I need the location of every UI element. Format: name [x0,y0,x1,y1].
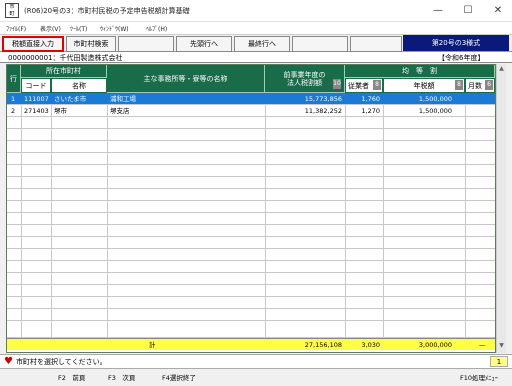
f4-finish-selection-button[interactable]: F4選択終了 [162,372,196,382]
header-code: コード [21,78,51,93]
header-row-no: 行 [7,65,21,93]
annual-tax-badge: 8 [455,80,463,90]
close-button[interactable]: ✕ [486,2,510,20]
table-row[interactable] [7,201,495,213]
total-prev-tax: 27,156,108 [304,341,342,349]
employees-value: 1,760 [361,95,380,103]
table-row[interactable] [7,297,495,309]
city-name: 堺市 [54,107,67,115]
app-icon: 市町 [5,3,19,18]
menu-window[interactable]: ｳｨﾝﾄﾞｳ(W) [100,24,129,33]
months-value [466,105,494,117]
total-label: 計 [149,341,156,349]
office-name: 浦和工場 [110,95,136,103]
annual-tax-value: 1,500,000 [418,95,452,103]
header-prev-tax-line2: 法人税割額 [287,78,322,87]
last-row-button[interactable]: 最終行へ [234,36,290,52]
menu-tools[interactable]: ﾂｰﾙ(T) [70,24,87,33]
total-employees: 3,030 [361,341,380,349]
header-office: 主な事務所等・寮等の名称 [107,65,265,93]
annual-tax-value: 1,500,000 [418,107,452,115]
table-row[interactable] [7,237,495,249]
fiscal-year: 【令和6年度】 [438,54,485,62]
menu-view[interactable]: 表示(V) [40,24,61,33]
table-row[interactable] [7,213,495,225]
company-bar: 0000000001：千代田製造株式会社 【令和6年度】 [0,52,512,63]
table-row[interactable] [7,153,495,165]
empty-toolbar-button-1[interactable] [118,36,174,52]
header-annual-tax: 年税額 [383,78,465,93]
employees-badge: 8 [373,80,381,90]
data-grid: 行 所在市町村 コード 名称 主な事務所等・寮等の名称 前事業年度の 法人税割額… [6,64,496,353]
first-row-button[interactable]: 先頭行へ [176,36,232,52]
table-row[interactable] [7,261,495,273]
menu-help[interactable]: ﾍﾙﾌﾟ(H) [146,24,167,33]
header-equal-levy: 均 等 割 [345,65,495,78]
office-name: 堺支店 [110,107,130,115]
table-row[interactable] [7,273,495,285]
heart-icon: ♥ [4,356,13,367]
f10-process-menu-button[interactable]: F10処理ﾒﾆｭｰ [460,372,498,382]
months-value [466,93,494,105]
f2-prev-page-button[interactable]: F2 前頁 [58,372,85,382]
row-number: 1 [11,95,16,103]
status-bar: ♥ 市町村を選択してください。 1 [0,354,512,368]
table-row[interactable]: 2 271403 堺市 堺支店 11,382,252 1,270 1,500,0… [7,105,495,117]
total-row: 計 27,156,108 3,030 3,000,000 — [7,338,495,350]
row-number: 2 [11,107,16,115]
status-message: 市町村を選択してください。 [16,358,107,366]
scroll-up-icon[interactable]: ▲ [498,65,505,73]
menu-bar: ﾌｧｲﾙ(F) 表示(V) ﾂｰﾙ(T) ｳｨﾝﾄﾞｳ(W) ﾍﾙﾌﾟ(H) [0,22,512,34]
empty-toolbar-button-2[interactable] [292,36,348,52]
table-row[interactable] [7,129,495,141]
vertical-scrollbar[interactable]: ▲ ▼ [496,64,506,353]
maximize-button[interactable]: ☐ [456,2,480,20]
city-search-button[interactable]: 市町村検索 [66,36,116,52]
table-row[interactable] [7,285,495,297]
scroll-down-icon[interactable]: ▼ [498,342,505,350]
window-title: (R06)20号の3：市町村民税の予定申告税額計算基礎 [24,7,190,15]
employees-value: 1,270 [361,107,380,115]
form-label: 第20号の3様式 [403,35,509,51]
city-code: 271403 [24,107,49,115]
table-row[interactable] [7,189,495,201]
empty-toolbar-button-3[interactable] [350,36,402,52]
title-bar: 市町 (R06)20号の3：市町村民税の予定申告税額計算基礎 — ☐ ✕ [0,0,512,22]
prev-tax-value: 11,382,252 [304,107,342,115]
table-row[interactable] [7,249,495,261]
function-key-bar: F2 前頁 F3 次頁 F4選択終了 F10処理ﾒﾆｭｰ [0,368,512,386]
table-row[interactable] [7,177,495,189]
city-name: さいたま市 [54,95,87,103]
menu-file[interactable]: ﾌｧｲﾙ(F) [6,24,26,33]
company-name: 0000000001：千代田製造株式会社 [8,54,123,62]
prev-tax-badge: 10 [333,79,341,89]
table-row[interactable] [7,117,495,129]
header-location: 所在市町村 [21,65,107,78]
minimize-button[interactable]: — [426,2,450,20]
total-months: — [479,341,486,349]
table-row[interactable] [7,141,495,153]
header-name: 名称 [51,78,107,93]
prev-tax-value: 15,773,856 [304,95,342,103]
header-prev-tax-line1: 前事業年度の [283,70,326,79]
city-code: 111007 [24,95,49,103]
table-row[interactable] [7,309,495,321]
status-counter: 1 [490,356,508,367]
total-annual-tax: 3,000,000 [418,341,452,349]
table-row[interactable]: 1 111007 さいたま市 浦和工場 15,773,856 1,760 1,5… [7,93,495,105]
table-row[interactable] [7,225,495,237]
direct-input-button[interactable]: 税額直接入力 [2,36,64,52]
months-badge: 6 [485,80,493,90]
f3-next-page-button[interactable]: F3 次頁 [108,372,135,382]
table-row[interactable] [7,165,495,177]
table-row[interactable] [7,321,495,338]
